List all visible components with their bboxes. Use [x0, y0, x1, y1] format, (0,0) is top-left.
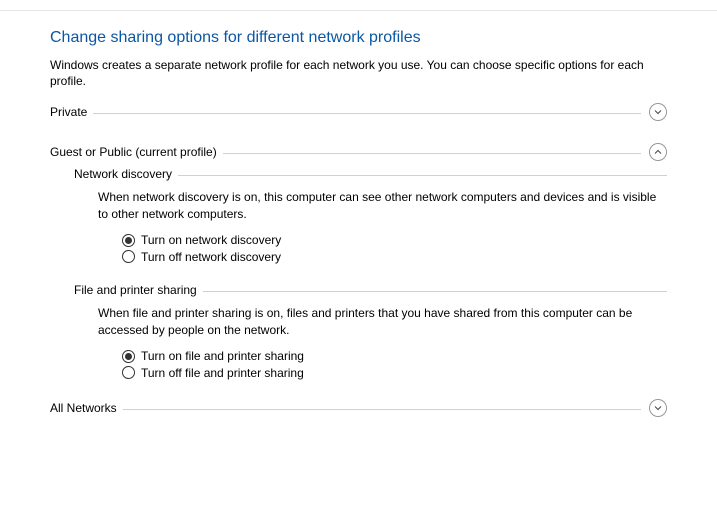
section-private[interactable]: Private	[50, 103, 667, 121]
subsection-file-printer-sharing: File and printer sharing	[74, 283, 667, 297]
radio-label: Turn off file and printer sharing	[141, 365, 304, 382]
section-guest-public[interactable]: Guest or Public (current profile)	[50, 143, 667, 161]
section-private-label: Private	[50, 105, 93, 119]
page-title: Change sharing options for different net…	[50, 29, 667, 47]
radio-icon	[122, 234, 135, 247]
section-all-networks-label: All Networks	[50, 401, 123, 415]
radio-network-discovery-on[interactable]: Turn on network discovery	[122, 232, 667, 249]
radio-icon	[122, 366, 135, 379]
radio-file-printer-on[interactable]: Turn on file and printer sharing	[122, 348, 667, 365]
subsection-network-discovery: Network discovery	[74, 167, 667, 181]
section-all-networks-rule	[123, 409, 641, 410]
section-all-networks[interactable]: All Networks	[50, 399, 667, 417]
network-discovery-heading: Network discovery	[74, 167, 178, 181]
radio-icon	[122, 350, 135, 363]
network-discovery-rule	[178, 175, 667, 176]
section-guest-public-rule	[223, 153, 641, 154]
chevron-up-icon	[649, 143, 667, 161]
section-private-rule	[93, 113, 641, 114]
radio-network-discovery-off[interactable]: Turn off network discovery	[122, 249, 667, 266]
radio-label: Turn off network discovery	[141, 249, 281, 266]
radio-label: Turn on network discovery	[141, 232, 281, 249]
network-discovery-description: When network discovery is on, this compu…	[98, 189, 667, 221]
file-printer-rule	[203, 291, 667, 292]
radio-file-printer-off[interactable]: Turn off file and printer sharing	[122, 365, 667, 382]
chevron-down-icon	[649, 103, 667, 121]
radio-icon	[122, 250, 135, 263]
radio-label: Turn on file and printer sharing	[141, 348, 304, 365]
chevron-down-icon	[649, 399, 667, 417]
section-guest-public-label: Guest or Public (current profile)	[50, 145, 223, 159]
file-printer-description: When file and printer sharing is on, fil…	[98, 305, 667, 337]
file-printer-heading: File and printer sharing	[74, 283, 203, 297]
page-description: Windows creates a separate network profi…	[50, 57, 667, 89]
